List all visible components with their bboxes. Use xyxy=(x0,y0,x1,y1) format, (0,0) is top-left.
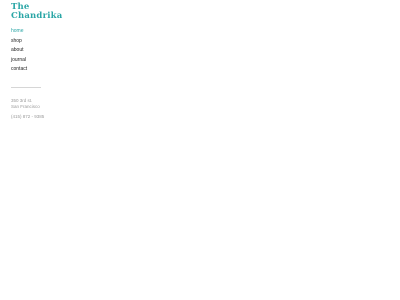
main-nav: home shop about journal contact xyxy=(11,29,27,77)
sidebar-divider xyxy=(11,87,41,88)
page: The Chandrika home shop about journal co… xyxy=(0,0,400,300)
site-logo[interactable]: The Chandrika xyxy=(11,3,62,20)
address: 350 3rd st. San Francisco xyxy=(11,98,40,109)
nav-item-contact[interactable]: contact xyxy=(11,67,27,77)
address-line-2: San Francisco xyxy=(11,103,40,109)
logo-line-2: Chandrika xyxy=(11,10,63,21)
phone-number[interactable]: (415) 872 - 9385 xyxy=(11,114,44,120)
